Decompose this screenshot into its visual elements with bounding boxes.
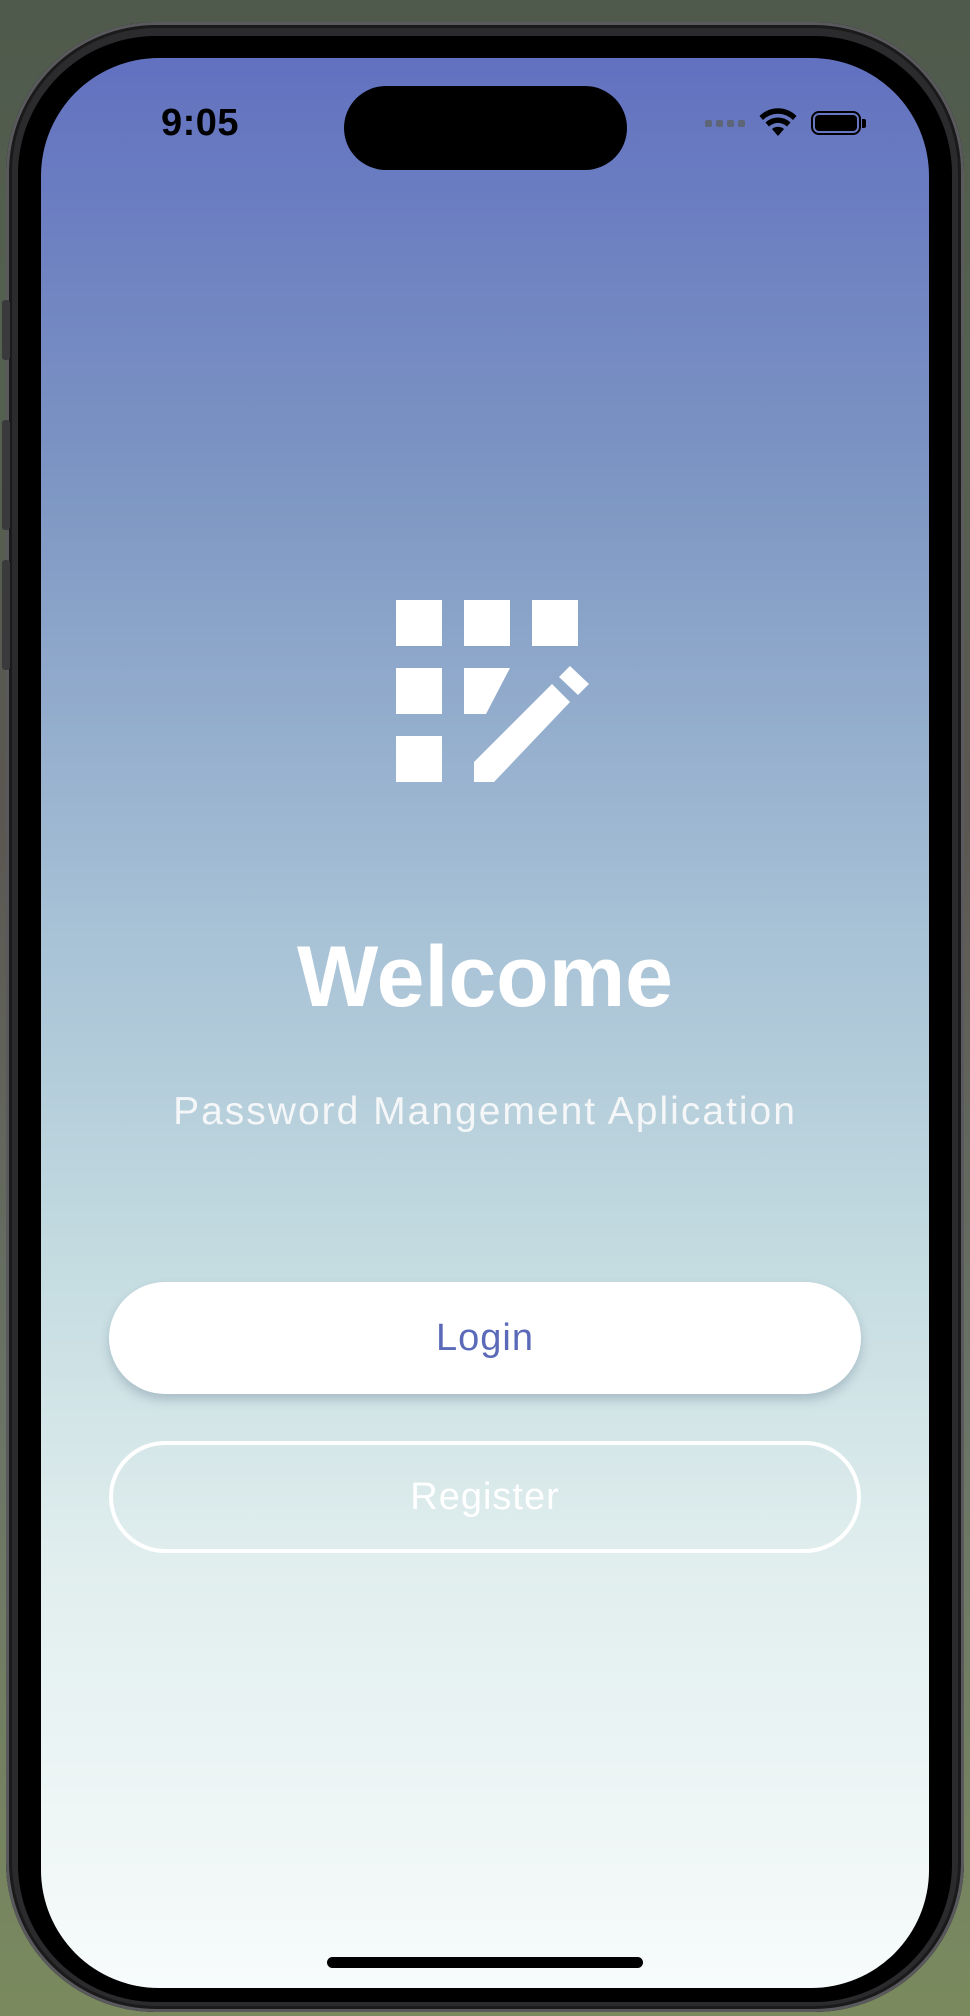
- register-button[interactable]: Register: [109, 1441, 861, 1553]
- welcome-title: Welcome: [297, 929, 673, 1025]
- status-time: 9:05: [161, 102, 240, 144]
- volume-up-button: [2, 420, 10, 530]
- cellular-signal-icon: [705, 119, 745, 127]
- dynamic-island: [344, 86, 627, 170]
- status-icons: [705, 108, 866, 138]
- app-subtitle: Password Mangement Aplication: [173, 1090, 797, 1133]
- grid-pencil-icon: [396, 600, 589, 782]
- battery-icon: [811, 111, 866, 135]
- app-screen: 9:05 Welcome Password Mangement Aplicati…: [41, 58, 929, 1988]
- login-button[interactable]: Login: [109, 1282, 861, 1394]
- home-indicator[interactable]: [327, 1957, 643, 1968]
- wifi-icon: [759, 108, 797, 136]
- volume-down-button: [2, 560, 10, 670]
- action-button: [2, 300, 10, 360]
